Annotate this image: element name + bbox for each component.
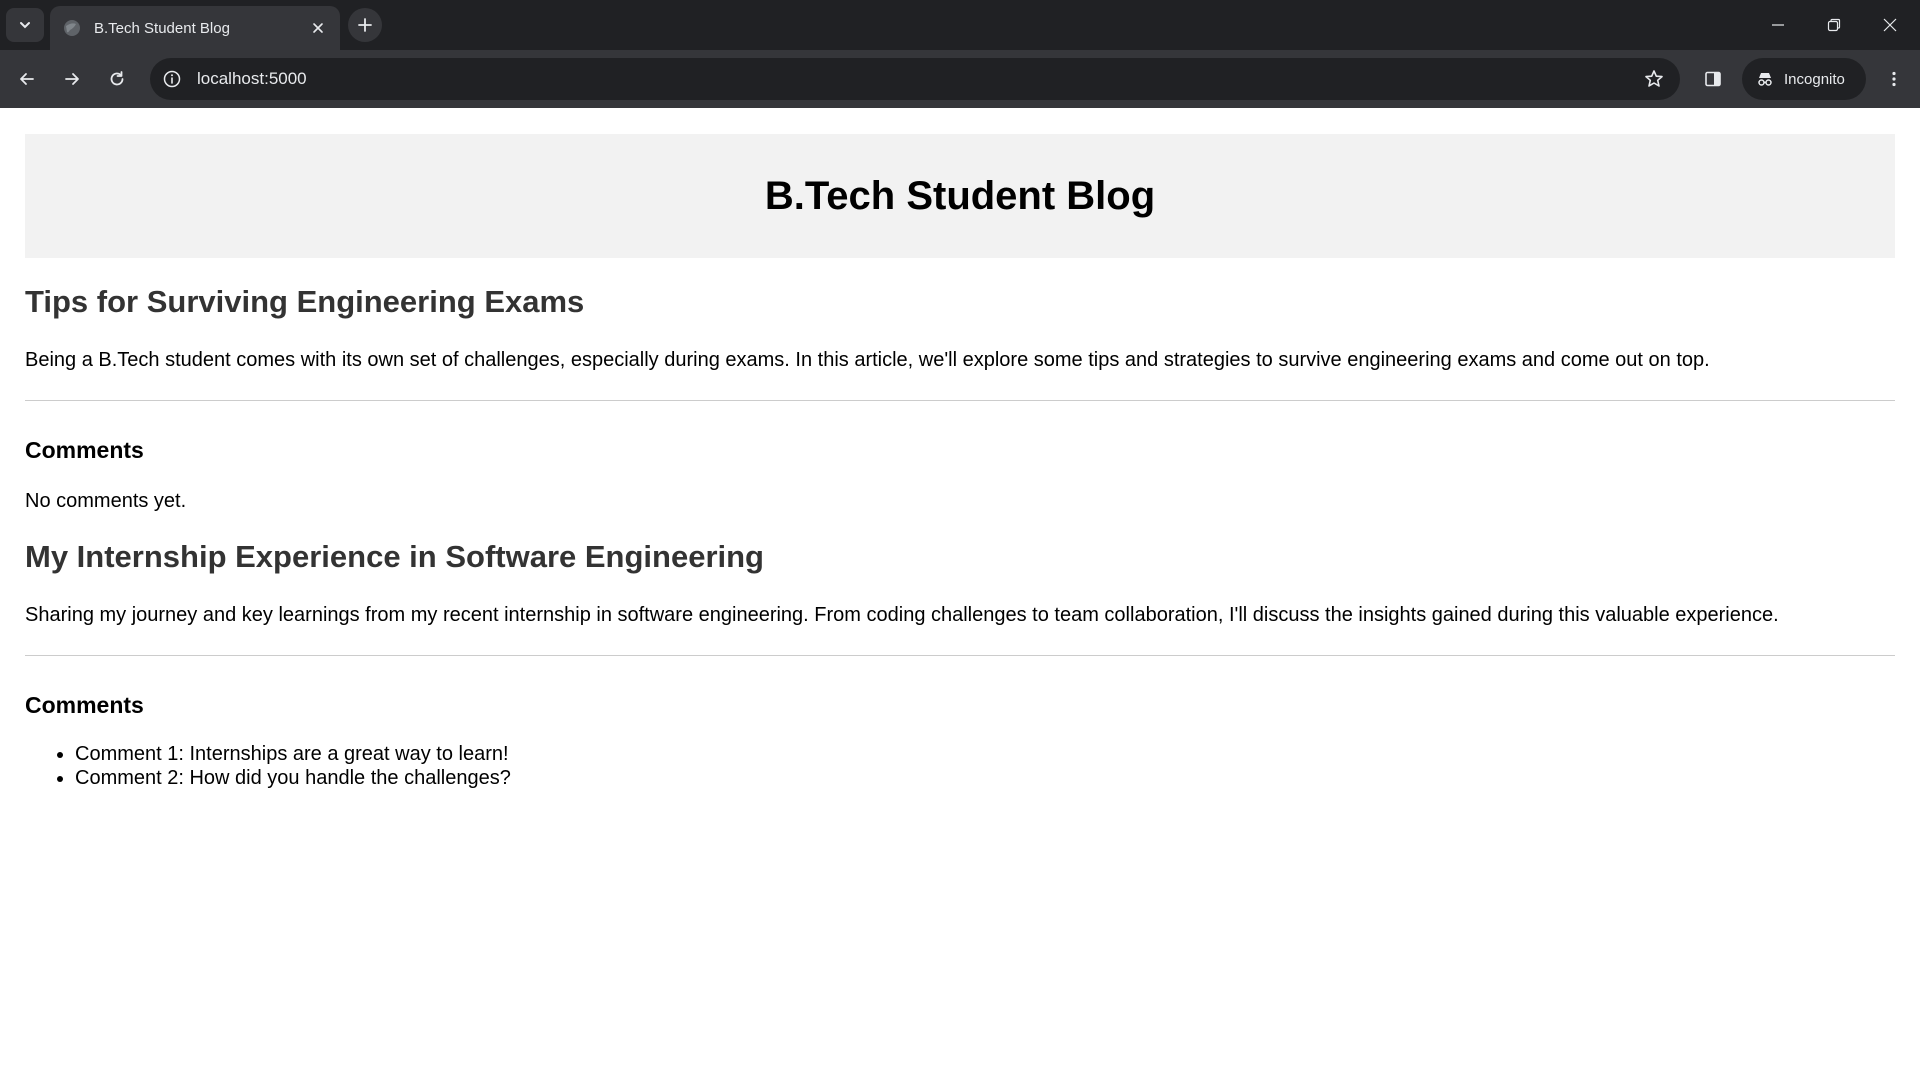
forward-button[interactable] bbox=[54, 61, 90, 97]
browser-menu-button[interactable] bbox=[1876, 61, 1912, 97]
site-info-button[interactable] bbox=[157, 64, 187, 94]
restore-button[interactable] bbox=[1806, 0, 1862, 50]
globe-icon bbox=[64, 20, 80, 36]
no-comments-text: No comments yet. bbox=[25, 490, 187, 512]
reload-button[interactable] bbox=[99, 61, 135, 97]
blog-post: My Internship Experience in Software Eng… bbox=[25, 539, 1895, 790]
back-button[interactable] bbox=[9, 61, 45, 97]
info-icon bbox=[163, 70, 181, 88]
comments-heading: Comments bbox=[25, 437, 144, 463]
address-bar[interactable]: localhost:5000 bbox=[150, 58, 1680, 100]
bookmark-button[interactable] bbox=[1636, 61, 1672, 97]
blog-post: Tips for Surviving Engineering Exams Bei… bbox=[25, 284, 1895, 513]
post-body: Being a B.Tech student comes with its ow… bbox=[25, 349, 1710, 371]
restore-icon bbox=[1827, 18, 1841, 32]
page-viewport: B.Tech Student Blog Tips for Surviving E… bbox=[0, 108, 1920, 1078]
plus-icon bbox=[358, 18, 372, 32]
minimize-icon bbox=[1772, 24, 1784, 26]
divider bbox=[25, 655, 1895, 656]
divider bbox=[25, 400, 1895, 401]
close-icon bbox=[313, 23, 323, 33]
post-title: Tips for Surviving Engineering Exams bbox=[25, 284, 585, 319]
star-icon bbox=[1645, 70, 1663, 87]
arrow-right-icon bbox=[65, 73, 79, 85]
comment-list: Comment 1: Internships are a great way t… bbox=[25, 742, 1895, 790]
side-panel-button[interactable] bbox=[1695, 61, 1731, 97]
post-body: Sharing my journey and key learnings fro… bbox=[25, 604, 1779, 626]
tab-close-button[interactable] bbox=[308, 18, 328, 38]
comment-item: Comment 1: Internships are a great way t… bbox=[75, 742, 1895, 766]
comments-heading: Comments bbox=[25, 692, 144, 718]
browser-toolbar: localhost:5000 Incognito bbox=[0, 50, 1920, 108]
chevron-down-icon bbox=[20, 22, 30, 29]
minimize-button[interactable] bbox=[1750, 0, 1806, 50]
new-tab-button[interactable] bbox=[348, 8, 382, 42]
tab-search-button[interactable] bbox=[6, 8, 44, 42]
blog-posts: Tips for Surviving Engineering Exams Bei… bbox=[25, 258, 1895, 790]
browser-tab[interactable]: B.Tech Student Blog bbox=[50, 6, 340, 50]
browser-titlebar: B.Tech Student Blog bbox=[0, 0, 1920, 50]
close-icon bbox=[1883, 18, 1897, 32]
incognito-label: Incognito bbox=[1784, 70, 1845, 88]
incognito-icon bbox=[1758, 73, 1772, 86]
close-window-button[interactable] bbox=[1862, 0, 1918, 50]
post-title: My Internship Experience in Software Eng… bbox=[25, 539, 764, 574]
comment-item: Comment 2: How did you handle the challe… bbox=[75, 766, 1895, 790]
more-vertical-icon bbox=[1892, 71, 1896, 87]
url-text[interactable]: localhost:5000 bbox=[197, 69, 1636, 89]
site-header: B.Tech Student Blog bbox=[25, 134, 1895, 258]
reload-icon bbox=[110, 71, 124, 86]
arrow-left-icon bbox=[20, 73, 34, 85]
side-panel-icon bbox=[1705, 71, 1721, 87]
tab-title: B.Tech Student Blog bbox=[94, 19, 230, 37]
incognito-badge[interactable]: Incognito bbox=[1742, 58, 1866, 100]
site-title: B.Tech Student Blog bbox=[764, 173, 1156, 218]
